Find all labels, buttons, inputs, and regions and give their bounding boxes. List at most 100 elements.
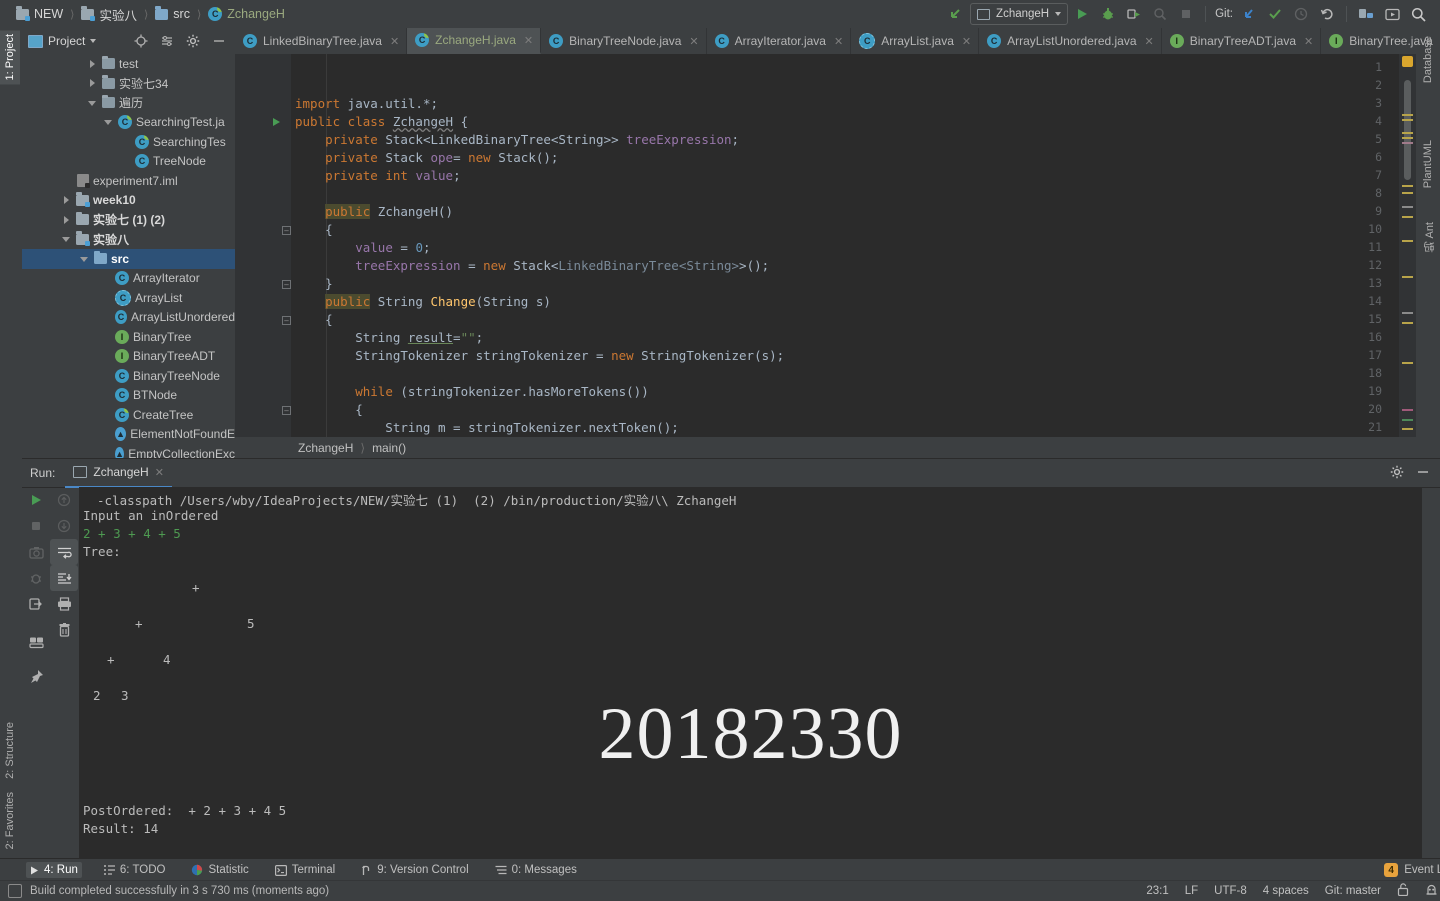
target-icon[interactable] bbox=[131, 31, 151, 51]
checkmark-icon[interactable] bbox=[1263, 3, 1287, 25]
minimize-icon[interactable] bbox=[209, 31, 229, 51]
tree-item[interactable]: C ArrayIterator bbox=[22, 269, 235, 289]
scroll-end-icon[interactable] bbox=[50, 565, 78, 591]
chevron-right-icon[interactable] bbox=[62, 195, 72, 205]
camera-icon[interactable] bbox=[22, 539, 50, 565]
tab-arrayiterator[interactable]: C ArrayIterator.java ✕ bbox=[707, 28, 852, 54]
clock-icon[interactable] bbox=[1289, 3, 1313, 25]
sidebar-item-structure[interactable]: 2: Structure bbox=[0, 718, 20, 783]
console-output[interactable]: -classpath /Users/wby/IdeaProjects/NEW/实… bbox=[79, 487, 1422, 859]
close-icon[interactable]: ✕ bbox=[1304, 35, 1313, 48]
unlock-icon[interactable] bbox=[1397, 883, 1409, 899]
tree-item[interactable]: 实验七 (1) (2) bbox=[22, 210, 235, 230]
profile-button[interactable] bbox=[1148, 3, 1172, 25]
search-icon[interactable] bbox=[1406, 3, 1430, 25]
tab-linkedbinarytree[interactable]: C LinkedBinaryTree.java ✕ bbox=[235, 28, 407, 54]
event-log-area[interactable]: 4 Event Log bbox=[1384, 863, 1440, 877]
trash-icon[interactable] bbox=[50, 617, 78, 643]
bottom-tab-todo[interactable]: 6: TODO bbox=[100, 862, 170, 878]
chevron-right-icon[interactable] bbox=[88, 59, 98, 69]
exit-icon[interactable] bbox=[22, 591, 50, 617]
tree-item[interactable]: 实验七34 bbox=[22, 74, 235, 94]
run-gutter-icon[interactable] bbox=[273, 118, 280, 126]
info-marker[interactable] bbox=[1402, 142, 1413, 144]
tree-item[interactable]: ▲ EmptyCollectionExc bbox=[22, 444, 235, 458]
tree-item[interactable]: 遍历 bbox=[22, 93, 235, 113]
code-text-area[interactable]: import java.util.*; public class Zchange… bbox=[291, 54, 1416, 437]
tree-item[interactable]: I BinaryTree bbox=[22, 327, 235, 347]
fold-icon[interactable]: – bbox=[282, 406, 291, 415]
editor-scrollbar-thumb[interactable] bbox=[1404, 80, 1411, 180]
error-marker[interactable] bbox=[1402, 409, 1413, 411]
project-tree[interactable]: test 实验七34 遍历 C SearchingTest.ja C Searc… bbox=[22, 54, 235, 458]
editor-marker-scrollbar[interactable] bbox=[1399, 54, 1416, 437]
breadcrumb-item-new[interactable]: NEW bbox=[16, 7, 63, 21]
typo-marker[interactable] bbox=[1402, 312, 1413, 314]
tree-item[interactable]: C SearchingTest.ja bbox=[22, 113, 235, 133]
close-icon[interactable]: ✕ bbox=[1145, 35, 1154, 48]
layout-icon[interactable] bbox=[22, 629, 50, 655]
chevron-right-icon[interactable] bbox=[88, 78, 98, 88]
tree-item[interactable]: C CreateTree bbox=[22, 405, 235, 425]
caret-position[interactable]: 23:1 bbox=[1146, 885, 1168, 897]
collapse-icon[interactable] bbox=[157, 31, 177, 51]
close-icon[interactable]: ✕ bbox=[689, 35, 698, 48]
bug-icon[interactable] bbox=[1096, 3, 1120, 25]
encoding[interactable]: UTF-8 bbox=[1214, 885, 1247, 897]
project-title-dropdown[interactable]: Project bbox=[28, 34, 96, 48]
tree-item[interactable]: test bbox=[22, 54, 235, 74]
tree-item[interactable]: 实验八 bbox=[22, 230, 235, 250]
chevron-down-icon[interactable] bbox=[88, 98, 98, 108]
tab-zchangeh[interactable]: C ZchangeH.java ✕ bbox=[407, 28, 541, 54]
warning-marker[interactable] bbox=[1402, 276, 1413, 278]
warning-marker[interactable] bbox=[1402, 216, 1413, 218]
status-indicator-icon[interactable] bbox=[8, 884, 22, 898]
chevron-down-icon[interactable] bbox=[104, 117, 114, 127]
gear-icon[interactable] bbox=[183, 31, 203, 51]
tree-item[interactable]: C BTNode bbox=[22, 386, 235, 406]
chevron-down-icon[interactable] bbox=[62, 234, 72, 244]
inspection-status-icon[interactable] bbox=[1402, 56, 1413, 67]
fold-icon[interactable]: – bbox=[282, 280, 291, 289]
bottom-tab-terminal[interactable]: Terminal bbox=[271, 862, 339, 878]
stop-button[interactable] bbox=[1174, 3, 1198, 25]
tree-item[interactable]: week10 bbox=[22, 191, 235, 211]
breadcrumb-class[interactable]: ZchangeH bbox=[298, 441, 353, 455]
warning-marker[interactable] bbox=[1402, 185, 1413, 187]
breadcrumb-item-class[interactable]: C ZchangeH bbox=[208, 7, 285, 21]
git-branch[interactable]: Git: master bbox=[1325, 885, 1381, 897]
bottom-tab-run[interactable]: 4: Run bbox=[26, 862, 82, 878]
structure-icon[interactable] bbox=[1354, 3, 1378, 25]
warning-marker[interactable] bbox=[1402, 428, 1413, 430]
bottom-tab-version-control[interactable]: 9: Version Control bbox=[357, 862, 472, 878]
close-icon[interactable]: ✕ bbox=[524, 34, 533, 47]
bottom-tab-messages[interactable]: 0: Messages bbox=[491, 862, 581, 878]
arrow-up-icon[interactable] bbox=[50, 487, 78, 513]
minimize-icon[interactable] bbox=[1416, 465, 1430, 482]
editor-gutter[interactable] bbox=[235, 54, 291, 437]
sidebar-item-project[interactable]: 1: Project bbox=[0, 30, 20, 84]
code-editor[interactable]: 1 2 3 4 5 6 7 8 9 10 11 12 13 14 15 16 1… bbox=[235, 54, 1416, 437]
tab-binarytreenode[interactable]: C BinaryTreeNode.java ✕ bbox=[541, 28, 707, 54]
back-arrow-icon[interactable] bbox=[944, 3, 968, 25]
close-icon[interactable]: ✕ bbox=[155, 466, 164, 479]
breadcrumb-method[interactable]: main() bbox=[372, 441, 406, 455]
tree-item[interactable]: experiment7.iml bbox=[22, 171, 235, 191]
sidebar-item-plantuml[interactable]: PlantUML bbox=[1418, 136, 1438, 192]
chevron-right-icon[interactable] bbox=[62, 215, 72, 225]
tab-arraylistunordered[interactable]: C ArrayListUnordered.java ✕ bbox=[979, 28, 1162, 54]
warning-marker[interactable] bbox=[1402, 119, 1413, 121]
warning-marker[interactable] bbox=[1402, 132, 1413, 134]
run-with-coverage-button[interactable] bbox=[1122, 3, 1146, 25]
tree-item[interactable]: C ArrayListUnordered bbox=[22, 308, 235, 328]
close-icon[interactable]: ✕ bbox=[834, 35, 843, 48]
fold-icon[interactable]: – bbox=[282, 226, 291, 235]
close-icon[interactable]: ✕ bbox=[962, 35, 971, 48]
chevron-down-icon[interactable] bbox=[80, 254, 90, 264]
soft-wrap-icon[interactable] bbox=[50, 539, 78, 565]
screen-icon[interactable] bbox=[1380, 3, 1404, 25]
breadcrumb-item-src[interactable]: src bbox=[155, 7, 190, 21]
update-arrow-icon[interactable] bbox=[1237, 3, 1261, 25]
inspector-icon[interactable] bbox=[1425, 883, 1438, 899]
tree-item[interactable]: C TreeNode bbox=[22, 152, 235, 172]
